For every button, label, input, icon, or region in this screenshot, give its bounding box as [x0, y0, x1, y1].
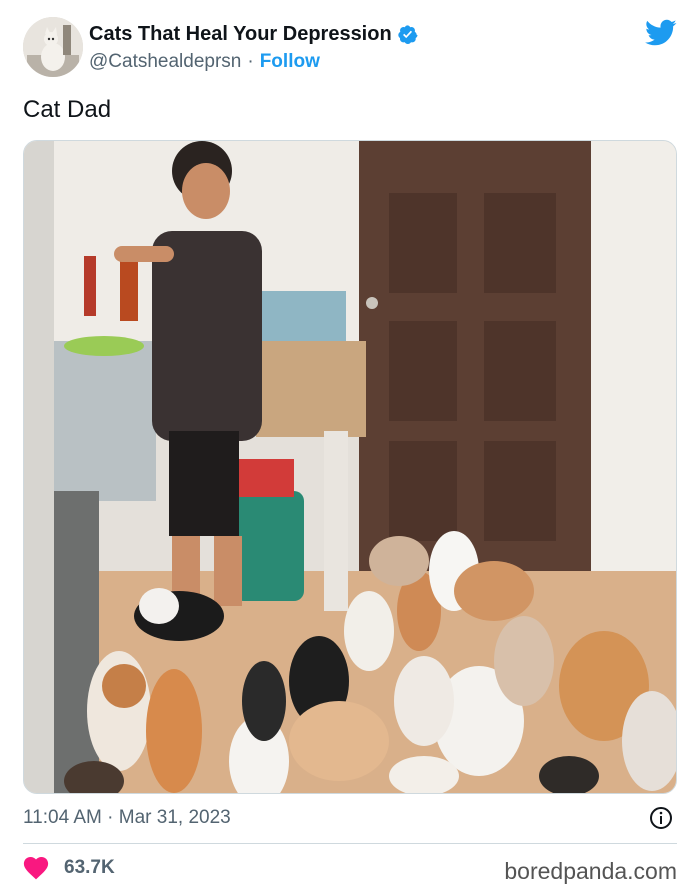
handle[interactable]: @Catshealdeprsn: [89, 51, 241, 73]
follow-button[interactable]: Follow: [260, 51, 320, 73]
display-name[interactable]: Cats That Heal Your Depression: [89, 23, 392, 46]
twitter-bird-icon[interactable]: [645, 19, 677, 47]
like-button[interactable]: 63.7K: [23, 856, 115, 880]
like-count: 63.7K: [64, 857, 115, 878]
name-row: Cats That Heal Your Depression: [89, 23, 418, 46]
timestamp[interactable]: 11:04 AM · Mar 31, 2023: [23, 807, 231, 829]
separator-dot: ·: [247, 51, 254, 72]
heart-icon: [23, 856, 49, 880]
info-icon[interactable]: [649, 806, 673, 830]
verified-badge-icon: [398, 25, 418, 45]
tweet-footer: 63.7K boredpanda.com: [23, 856, 677, 886]
watermark: boredpanda.com: [504, 858, 677, 884]
tweet-header: Cats That Heal Your Depression @Catsheal…: [23, 17, 677, 79]
avatar[interactable]: [23, 17, 83, 77]
tweet-photo[interactable]: [23, 140, 677, 794]
tweet-meta: 11:04 AM · Mar 31, 2023: [23, 806, 677, 832]
handle-row: @Catshealdeprsn · Follow: [89, 51, 320, 73]
tweet-text: Cat Dad: [23, 96, 112, 123]
divider: [23, 843, 677, 844]
